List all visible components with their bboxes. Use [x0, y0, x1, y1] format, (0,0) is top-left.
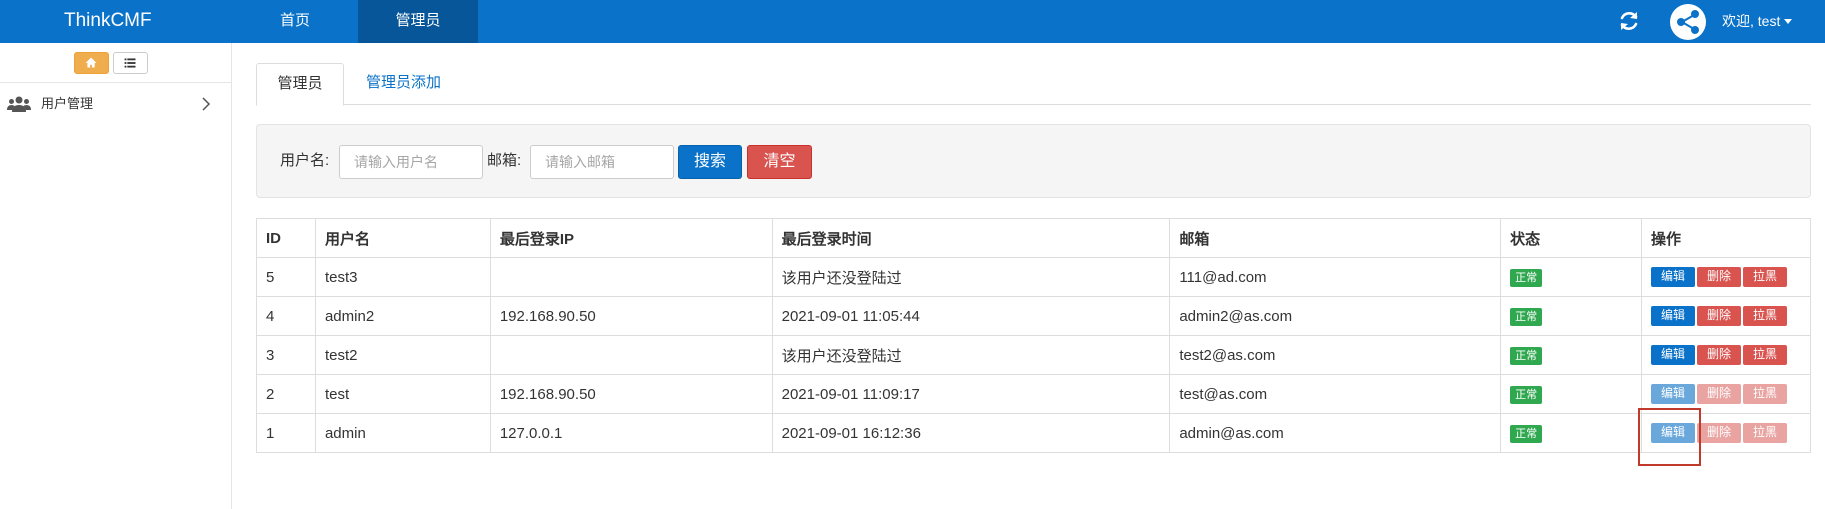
caret-down-icon [1784, 19, 1793, 24]
home-icon [85, 57, 97, 68]
cell-id: 5 [256, 257, 316, 297]
admin-table: ID 用户名 最后登录IP 最后登录时间 邮箱 状态 操作 5 test3 该用… [256, 218, 1812, 453]
column-header-last-time: 最后登录时间 [771, 218, 1171, 258]
blacklist-button[interactable]: 拉黑 [1742, 306, 1787, 326]
table-row: 5 test3 该用户还没登陆过 111@ad.com 正常 编辑 删除 拉黑 [256, 257, 1812, 297]
clear-button[interactable]: 清空 [747, 145, 812, 179]
cell-last-time: 2021-09-01 16:12:36 [771, 413, 1171, 453]
status-badge: 正常 [1510, 268, 1543, 287]
users-icon [7, 96, 31, 112]
column-header-last-ip: 最后登录IP [489, 218, 773, 258]
delete-button[interactable]: 删除 [1696, 267, 1741, 287]
cell-last-ip [489, 257, 773, 297]
cell-username: test [314, 374, 491, 414]
cell-actions: 编辑 删除 拉黑 [1640, 296, 1812, 336]
status-badge: 正常 [1510, 385, 1543, 404]
blacklist-button[interactable]: 拉黑 [1742, 345, 1787, 365]
column-header-actions: 操作 [1640, 218, 1812, 258]
cell-id: 1 [256, 413, 316, 453]
cell-id: 2 [256, 374, 316, 414]
cell-status: 正常 [1500, 257, 1642, 297]
table-header-row: ID 用户名 最后登录IP 最后登录时间 邮箱 状态 操作 [256, 218, 1812, 258]
email-label: 邮箱: [487, 152, 522, 169]
search-button[interactable]: 搜索 [678, 145, 742, 179]
cell-email: test2@as.com [1169, 335, 1502, 375]
cell-last-ip: 127.0.0.1 [489, 413, 773, 453]
sidebar-home-button[interactable] [74, 52, 109, 74]
top-navbar: ThinkCMF 首页 管理员 欢迎, test [0, 0, 1825, 43]
cell-email: admin2@as.com [1169, 296, 1502, 336]
chevron-right-icon [202, 97, 211, 111]
cell-last-ip: 192.168.90.50 [489, 374, 773, 414]
edit-button[interactable]: 编辑 [1650, 306, 1695, 326]
annotation-highlight-box [1638, 408, 1701, 466]
table-row: 4 admin2 192.168.90.50 2021-09-01 11:05:… [256, 296, 1812, 336]
sidebar-list-button[interactable] [113, 52, 148, 74]
cell-status: 正常 [1500, 374, 1642, 414]
status-badge: 正常 [1510, 307, 1543, 326]
blacklist-button[interactable]: 拉黑 [1742, 384, 1787, 404]
delete-button[interactable]: 删除 [1696, 306, 1741, 326]
sidebar-toolbar [0, 43, 231, 83]
username-input[interactable] [339, 145, 483, 179]
tab-admin-list[interactable]: 管理员 [256, 63, 344, 106]
cell-status: 正常 [1500, 335, 1642, 375]
cell-last-time: 该用户还没登陆过 [771, 335, 1171, 375]
share-node-icon [1677, 10, 1699, 34]
username-label: 用户名: [280, 152, 330, 169]
blacklist-button[interactable]: 拉黑 [1742, 267, 1787, 287]
edit-button[interactable]: 编辑 [1650, 384, 1695, 404]
cell-actions: 编辑 删除 拉黑 [1640, 257, 1812, 297]
table-row: 1 admin 127.0.0.1 2021-09-01 16:12:36 ad… [256, 413, 1812, 453]
nav-item-admin[interactable]: 管理员 [358, 0, 478, 43]
status-badge: 正常 [1510, 424, 1543, 443]
cell-last-time: 2021-09-01 11:09:17 [771, 374, 1171, 414]
tab-bar: 管理员 管理员添加 [256, 63, 1811, 106]
cell-email: admin@as.com [1169, 413, 1502, 453]
cell-username: test3 [314, 257, 491, 297]
delete-button[interactable]: 删除 [1696, 423, 1741, 443]
column-header-username: 用户名 [314, 218, 491, 258]
cell-username: test2 [314, 335, 491, 375]
cell-username: admin [314, 413, 491, 453]
cell-email: test@as.com [1169, 374, 1502, 414]
user-menu-toggle[interactable]: 欢迎, test [1722, 0, 1793, 43]
search-form: 用户名: 邮箱: 搜索 清空 [256, 124, 1811, 198]
list-icon [124, 58, 136, 68]
delete-button[interactable]: 删除 [1696, 345, 1741, 365]
edit-button[interactable]: 编辑 [1650, 345, 1695, 365]
cell-id: 4 [256, 296, 316, 336]
cell-last-ip [489, 335, 773, 375]
welcome-text: 欢迎, test [1722, 13, 1781, 29]
sidebar-item-user-management[interactable]: 用户管理 [0, 84, 231, 124]
cell-id: 3 [256, 335, 316, 375]
cell-last-time: 2021-09-01 11:05:44 [771, 296, 1171, 336]
sidebar-item-label: 用户管理 [41, 96, 94, 111]
status-badge: 正常 [1510, 346, 1543, 365]
column-header-status: 状态 [1500, 218, 1642, 258]
brand-logo[interactable]: ThinkCMF [64, 0, 152, 43]
blacklist-button[interactable]: 拉黑 [1742, 423, 1787, 443]
edit-button[interactable]: 编辑 [1650, 267, 1695, 287]
cell-status: 正常 [1500, 296, 1642, 336]
cell-last-time: 该用户还没登陆过 [771, 257, 1171, 297]
delete-button[interactable]: 删除 [1696, 384, 1741, 404]
cell-email: 111@ad.com [1169, 257, 1502, 297]
column-header-id: ID [256, 218, 316, 258]
refresh-icon[interactable] [1617, 9, 1641, 33]
cell-status: 正常 [1500, 413, 1642, 453]
table-row: 3 test2 该用户还没登陆过 test2@as.com 正常 编辑 删除 拉黑 [256, 335, 1812, 375]
table-row: 2 test 192.168.90.50 2021-09-01 11:09:17… [256, 374, 1812, 414]
email-input[interactable] [530, 145, 674, 179]
tab-admin-add[interactable]: 管理员添加 [350, 63, 457, 105]
cell-last-ip: 192.168.90.50 [489, 296, 773, 336]
user-avatar[interactable] [1670, 4, 1706, 40]
sidebar: 用户管理 [0, 43, 232, 509]
column-header-email: 邮箱 [1169, 218, 1502, 258]
cell-actions: 编辑 删除 拉黑 [1640, 335, 1812, 375]
nav-item-home[interactable]: 首页 [245, 0, 345, 43]
cell-username: admin2 [314, 296, 491, 336]
